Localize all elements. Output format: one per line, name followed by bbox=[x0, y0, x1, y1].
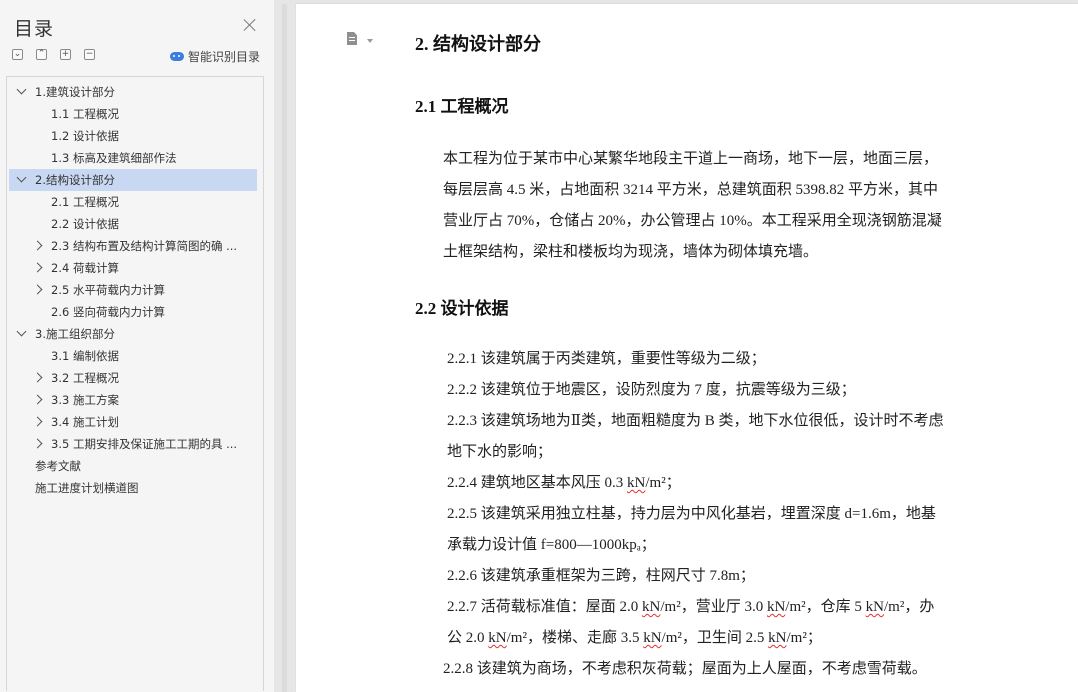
chevron-right-icon[interactable] bbox=[32, 394, 43, 405]
smart-toc-button[interactable]: 智能识别目录 bbox=[170, 47, 260, 65]
basis-line-3: 2.2.3 该建筑场地为Ⅱ类，地面粗糙度为 B 类，地下水位很低，设计时不考虑 bbox=[447, 413, 944, 429]
toc-item-label: 3.2 工程概况 bbox=[51, 371, 119, 385]
toc-item[interactable]: 3.2 工程概况 bbox=[9, 367, 257, 389]
basis-line-6: 2.2.6 该建筑承重框架为三跨，柱网尺寸 7.8m； bbox=[447, 568, 755, 584]
toc-item[interactable]: 1.2 设计依据 bbox=[9, 125, 257, 147]
toc-item[interactable]: 1.3 标高及建筑细部作法 bbox=[9, 147, 257, 169]
smart-toc-label: 智能识别目录 bbox=[188, 49, 261, 64]
toc-item[interactable]: 2.6 竖向荷载内力计算 bbox=[9, 301, 257, 323]
chevron-right-icon[interactable] bbox=[32, 416, 43, 427]
chevron-right-icon[interactable] bbox=[32, 372, 43, 383]
toc-item-label: 2.4 荷载计算 bbox=[51, 261, 119, 275]
toc-item[interactable]: 3.4 施工计划 bbox=[9, 411, 257, 433]
heading-2-1: 2.1 工程概况 bbox=[415, 97, 509, 116]
basis-line-8: 2.2.8 该建筑为商场，不考虑积灰荷载；屋面为上人屋面，不考虑雪荷载。 bbox=[443, 661, 927, 677]
toc-item-label: 1.2 设计依据 bbox=[51, 129, 119, 143]
chevron-down-icon[interactable] bbox=[16, 172, 27, 183]
toc-item-label: 3.3 施工方案 bbox=[51, 393, 119, 407]
intro-line-4: 土框架结构，梁柱和楼板均为现浇，墙体为砌体填充墙。 bbox=[443, 244, 819, 260]
toc-item[interactable]: 2.5 水平荷载内力计算 bbox=[9, 279, 257, 301]
basis-line-5: 2.2.5 该建筑采用独立柱基，持力层为中风化基岩，埋置深度 d=1.6m，地基 bbox=[447, 506, 936, 522]
document-page[interactable]: 2. 结构设计部分 2.1 工程概况 本工程为位于某市中心某繁华地段主干道上一商… bbox=[296, 4, 1078, 692]
basis-line-3b: 地下水的影响； bbox=[447, 444, 553, 460]
intro-line-3: 营业厅占 70%，仓储占 20%，办公管理占 10%。本工程采用全现浇钢筋混凝 bbox=[443, 213, 942, 229]
toc-item[interactable]: 2.结构设计部分 bbox=[9, 169, 257, 191]
collapse-all-icon[interactable]: ⌄ bbox=[12, 49, 23, 60]
paragraph-menu-icon[interactable] bbox=[346, 32, 360, 46]
chevron-right-icon[interactable] bbox=[32, 262, 43, 273]
chevron-down-icon[interactable] bbox=[16, 84, 27, 95]
toc-item[interactable]: 2.1 工程概况 bbox=[9, 191, 257, 213]
basis-line-2: 2.2.2 该建筑位于地震区，设防烈度为 7 度，抗震等级为三级； bbox=[447, 382, 856, 398]
heading-2: 2. 结构设计部分 bbox=[415, 34, 541, 54]
toc-item-label: 3.4 施工计划 bbox=[51, 415, 119, 429]
chevron-right-icon[interactable] bbox=[32, 240, 43, 251]
dropdown-arrow-icon[interactable] bbox=[367, 39, 373, 43]
toc-item[interactable]: 2.4 荷载计算 bbox=[9, 257, 257, 279]
toc-item[interactable]: 2.2 设计依据 bbox=[9, 213, 257, 235]
remove-level-icon[interactable]: − bbox=[84, 49, 95, 60]
toc-item[interactable]: 2.3 结构布置及结构计算简图的确 ... bbox=[9, 235, 257, 257]
toc-item[interactable]: 3.1 编制依据 bbox=[9, 345, 257, 367]
ai-icon bbox=[170, 51, 184, 61]
toc-item-label: 3.5 工期安排及保证施工工期的具 ... bbox=[51, 437, 238, 451]
toc-item[interactable]: 3.5 工期安排及保证施工工期的具 ... bbox=[9, 433, 257, 455]
basis-line-7b: 公 2.0 kN/m²，楼梯、走廊 3.5 kN/m²，卫生间 2.5 kN/m… bbox=[447, 630, 822, 646]
toc-item[interactable]: 3.施工组织部分 bbox=[9, 323, 257, 345]
toc-item-label: 2.2 设计依据 bbox=[51, 217, 119, 231]
toc-panel: 目录 ⌄ ⌃ + − 智能识别目录 1.建筑设计部分 1.1 工程概况 1.2 设计… bbox=[0, 0, 274, 692]
expand-up-icon[interactable]: ⌃ bbox=[36, 49, 47, 60]
chevron-right-icon[interactable] bbox=[32, 438, 43, 449]
toc-item-label: 1.3 标高及建筑细部作法 bbox=[51, 151, 177, 165]
toc-item[interactable]: 1.建筑设计部分 bbox=[9, 81, 257, 103]
toc-item-label: 3.施工组织部分 bbox=[35, 327, 115, 341]
toc-tree: 1.建筑设计部分 1.1 工程概况 1.2 设计依据 1.3 标高及建筑细部作法 2.结… bbox=[6, 76, 264, 691]
toc-item-label: 2.1 工程概况 bbox=[51, 195, 119, 209]
toc-title: 目录 bbox=[14, 18, 55, 40]
toc-scrollbar[interactable] bbox=[274, 0, 294, 692]
toc-item-label: 1.1 工程概况 bbox=[51, 107, 119, 121]
basis-line-4: 2.2.4 建筑地区基本风压 0.3 kN/m²； bbox=[447, 475, 681, 491]
heading-2-2: 2.2 设计依据 bbox=[415, 299, 509, 318]
chevron-down-icon[interactable] bbox=[16, 326, 27, 337]
basis-line-5b: 承载力设计值 f=800—1000kpₐ； bbox=[447, 537, 656, 553]
toc-item[interactable]: 3.3 施工方案 bbox=[9, 389, 257, 411]
toc-item-label: 参考文献 bbox=[35, 459, 81, 473]
toc-item-label: 2.结构设计部分 bbox=[35, 173, 115, 187]
toc-item-label: 2.6 竖向荷载内力计算 bbox=[51, 305, 165, 319]
toc-item-label: 2.3 结构布置及结构计算简图的确 ... bbox=[51, 239, 238, 253]
add-level-icon[interactable]: + bbox=[60, 49, 71, 60]
toc-item-label: 施工进度计划横道图 bbox=[35, 481, 139, 495]
intro-line-1: 本工程为位于某市中心某繁华地段主干道上一商场，地下一层，地面三层， bbox=[443, 151, 939, 167]
close-icon[interactable] bbox=[243, 18, 257, 32]
intro-line-2: 每层层高 4.5 米，占地面积 3214 平方米，总建筑面积 5398.82 平… bbox=[443, 182, 939, 198]
toc-item-label: 3.1 编制依据 bbox=[51, 349, 119, 363]
basis-line-7: 2.2.7 活荷载标准值：屋面 2.0 kN/m²，营业厅 3.0 kN/m²，… bbox=[447, 599, 935, 615]
toc-item[interactable]: 参考文献 bbox=[9, 455, 257, 477]
basis-line-1: 2.2.1 该建筑属于丙类建筑，重要性等级为二级； bbox=[447, 351, 766, 367]
toc-item[interactable]: 施工进度计划横道图 bbox=[9, 477, 257, 499]
scrollbar-thumb[interactable] bbox=[282, 0, 287, 692]
chevron-right-icon[interactable] bbox=[32, 284, 43, 295]
toc-item-label: 1.建筑设计部分 bbox=[35, 85, 115, 99]
toc-item[interactable]: 1.1 工程概况 bbox=[9, 103, 257, 125]
toc-item-label: 2.5 水平荷载内力计算 bbox=[51, 283, 165, 297]
